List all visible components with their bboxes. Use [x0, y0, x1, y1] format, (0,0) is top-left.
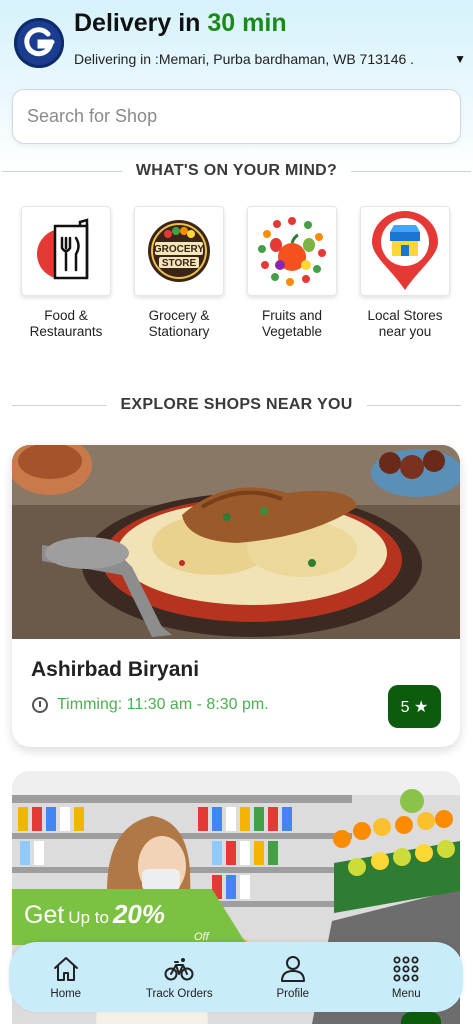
category-tile[interactable]: GROCERY STORE: [134, 206, 224, 296]
shop-name: Ashirbad Biryani: [31, 658, 200, 681]
clock-icon: [32, 697, 48, 713]
g-logo-icon: [24, 27, 55, 57]
category-tile[interactable]: [247, 206, 337, 296]
local-store-pin-icon: [372, 211, 438, 290]
category-tile[interactable]: [21, 206, 111, 296]
grocery-badge-text1: GROCERY: [154, 244, 205, 255]
shop-timing-text: Timming: 11:30 am - 8:30 pm.: [57, 696, 269, 713]
shops-title: EXPLORE SHOPS NEAR YOU: [120, 396, 353, 413]
bottom-navigation: Home Track Orders Profile Menu: [9, 942, 463, 1012]
fruits-vegetables-icon: [258, 217, 326, 286]
search-placeholder: Search for Shop: [27, 106, 158, 126]
promo-percent: 20%: [112, 899, 165, 929]
biryani-photo: [12, 445, 460, 639]
app-logo[interactable]: [14, 18, 64, 68]
bicycle-icon: [164, 958, 194, 981]
divider-right: [351, 170, 472, 172]
delivery-eta-title: Delivery in 30 min: [74, 9, 287, 38]
shop-search-input[interactable]: Search for Shop: [12, 89, 461, 144]
rating-badge: 5 ★: [388, 685, 441, 728]
category-fruits-vegetable[interactable]: Fruits and Vegetable: [246, 206, 338, 340]
nav-track-orders[interactable]: Track Orders: [129, 954, 229, 1000]
category-label-line1: Food &: [44, 308, 88, 323]
category-local-stores[interactable]: Local Stores near you: [359, 206, 451, 340]
shops-section-heading: EXPLORE SHOPS NEAR YOU: [0, 396, 473, 414]
category-label: Fruits and Vegetable: [246, 308, 338, 340]
divider-left: [12, 404, 107, 406]
caret-down-icon[interactable]: ▼: [454, 52, 466, 66]
delivery-eta-prefix: Delivery in: [74, 9, 208, 37]
promo-discount-tag: Get Up to 20% Off: [12, 889, 247, 945]
home-icon: [53, 957, 78, 981]
category-label-line1: Fruits and: [261, 308, 323, 323]
delivery-address-text: Delivering in :Memari, Purba bardhaman, …: [74, 51, 415, 67]
nav-menu-label: Menu: [391, 988, 421, 1000]
nav-menu[interactable]: Menu: [356, 954, 456, 1000]
category-label-line1: Grocery &: [148, 308, 210, 323]
grocery-store-icon: GROCERY STORE: [148, 220, 210, 282]
category-label-line1: Local Stores: [367, 308, 443, 323]
nav-profile-label: Profile: [276, 988, 310, 1000]
divider-right: [366, 404, 462, 406]
category-label: Food & Restaurants: [20, 308, 112, 340]
category-label: Grocery & Stationary: [133, 308, 225, 340]
categories-section-heading: WHAT'S ON YOUR MIND?: [0, 162, 473, 180]
category-label-line2: Restaurants: [29, 324, 103, 339]
grocery-badge-text2: STORE: [162, 258, 197, 269]
category-food-restaurants[interactable]: Food & Restaurants: [20, 206, 112, 340]
divider-left: [2, 170, 122, 172]
shop-card-ashirbad-biryani[interactable]: Ashirbad Biryani Timming: 11:30 am - 8:3…: [12, 445, 460, 747]
promo-get: Get: [24, 901, 65, 929]
person-icon: [280, 956, 305, 982]
category-label-line2: Stationary: [148, 324, 210, 339]
promo-text: Get Up to 20%: [24, 899, 165, 930]
delivery-address-selector[interactable]: Delivering in :Memari, Purba bardhaman, …: [74, 51, 466, 67]
nav-home-label: Home: [50, 988, 82, 1000]
grid-menu-icon: [393, 956, 419, 982]
category-label-line2: Vegetable: [261, 324, 323, 339]
promo-upto: Up to: [68, 908, 109, 927]
category-tile[interactable]: [360, 206, 450, 296]
delivery-eta-time: 30 min: [207, 9, 287, 37]
shop-timing: Timming: 11:30 am - 8:30 pm.: [32, 696, 269, 714]
category-grocery-stationary[interactable]: GROCERY STORE Grocery & Stationary: [133, 206, 225, 340]
nav-profile[interactable]: Profile: [243, 954, 343, 1000]
category-label-line2: near you: [378, 324, 432, 339]
category-label: Local Stores near you: [359, 308, 451, 340]
rating-badge-peek: [401, 1012, 441, 1024]
nav-home[interactable]: Home: [16, 954, 116, 1000]
food-restaurant-icon: [37, 218, 89, 280]
categories-title: WHAT'S ON YOUR MIND?: [135, 162, 338, 179]
nav-track-orders-label: Track Orders: [145, 988, 213, 1000]
